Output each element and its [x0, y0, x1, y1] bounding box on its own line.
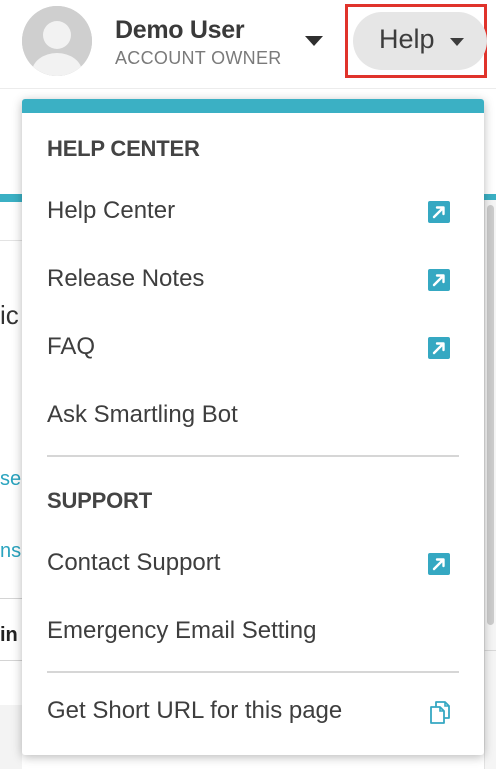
help-dropdown-menu: HELP CENTER Help Center Release Notes FA…: [22, 99, 484, 755]
background-text-fragment: in: [0, 624, 18, 646]
menu-item-label: Contact Support: [47, 549, 221, 576]
background-divider: [0, 660, 22, 661]
menu-item-label: Get Short URL for this page: [47, 697, 343, 724]
menu-divider: [47, 455, 459, 457]
menu-item-label: Ask Smartling Bot: [47, 401, 238, 428]
user-menu-caret-icon[interactable]: [303, 33, 325, 49]
caret-down-icon: [450, 38, 464, 46]
menu-item-label: Help Center: [47, 197, 176, 224]
menu-item-faq[interactable]: FAQ: [22, 318, 484, 378]
copy-icon: [426, 698, 454, 726]
menu-item-label: FAQ: [47, 333, 96, 360]
menu-divider: [47, 671, 459, 673]
avatar[interactable]: [22, 6, 92, 76]
background-link-fragment[interactable]: ns: [0, 540, 21, 563]
help-center-heading: HELP CENTER: [47, 136, 200, 161]
dropdown-accent-bar: [22, 99, 484, 113]
menu-item-emergency-email-setting[interactable]: Emergency Email Setting: [22, 602, 484, 662]
menu-item-label: Emergency Email Setting: [47, 617, 317, 644]
help-button-label: Help: [379, 24, 435, 54]
menu-item-get-short-url[interactable]: Get Short URL for this page: [22, 682, 484, 742]
background-divider: [484, 650, 496, 651]
external-link-icon: [428, 269, 450, 291]
background-footer: [0, 705, 22, 769]
scrollbar-thumb[interactable]: [487, 205, 494, 625]
menu-item-ask-smartling-bot[interactable]: Ask Smartling Bot: [22, 386, 484, 446]
external-link-icon: [428, 337, 450, 359]
external-link-icon: [428, 553, 450, 575]
menu-item-help-center[interactable]: Help Center: [22, 182, 484, 242]
user-role: ACCOUNT OWNER: [115, 48, 282, 68]
support-heading: SUPPORT: [47, 488, 152, 513]
background-divider: [0, 598, 22, 599]
user-silhouette-icon: [22, 6, 92, 76]
external-link-icon: [428, 201, 450, 223]
background-text-fragment: ic: [0, 300, 19, 330]
help-button[interactable]: Help: [353, 12, 487, 70]
menu-item-label: Release Notes: [47, 265, 205, 292]
background-link-fragment[interactable]: se: [0, 468, 21, 491]
menu-item-contact-support[interactable]: Contact Support: [22, 534, 484, 594]
top-header: Demo User ACCOUNT OWNER Help: [0, 0, 496, 89]
menu-item-release-notes[interactable]: Release Notes: [22, 250, 484, 310]
user-name[interactable]: Demo User: [115, 16, 245, 45]
